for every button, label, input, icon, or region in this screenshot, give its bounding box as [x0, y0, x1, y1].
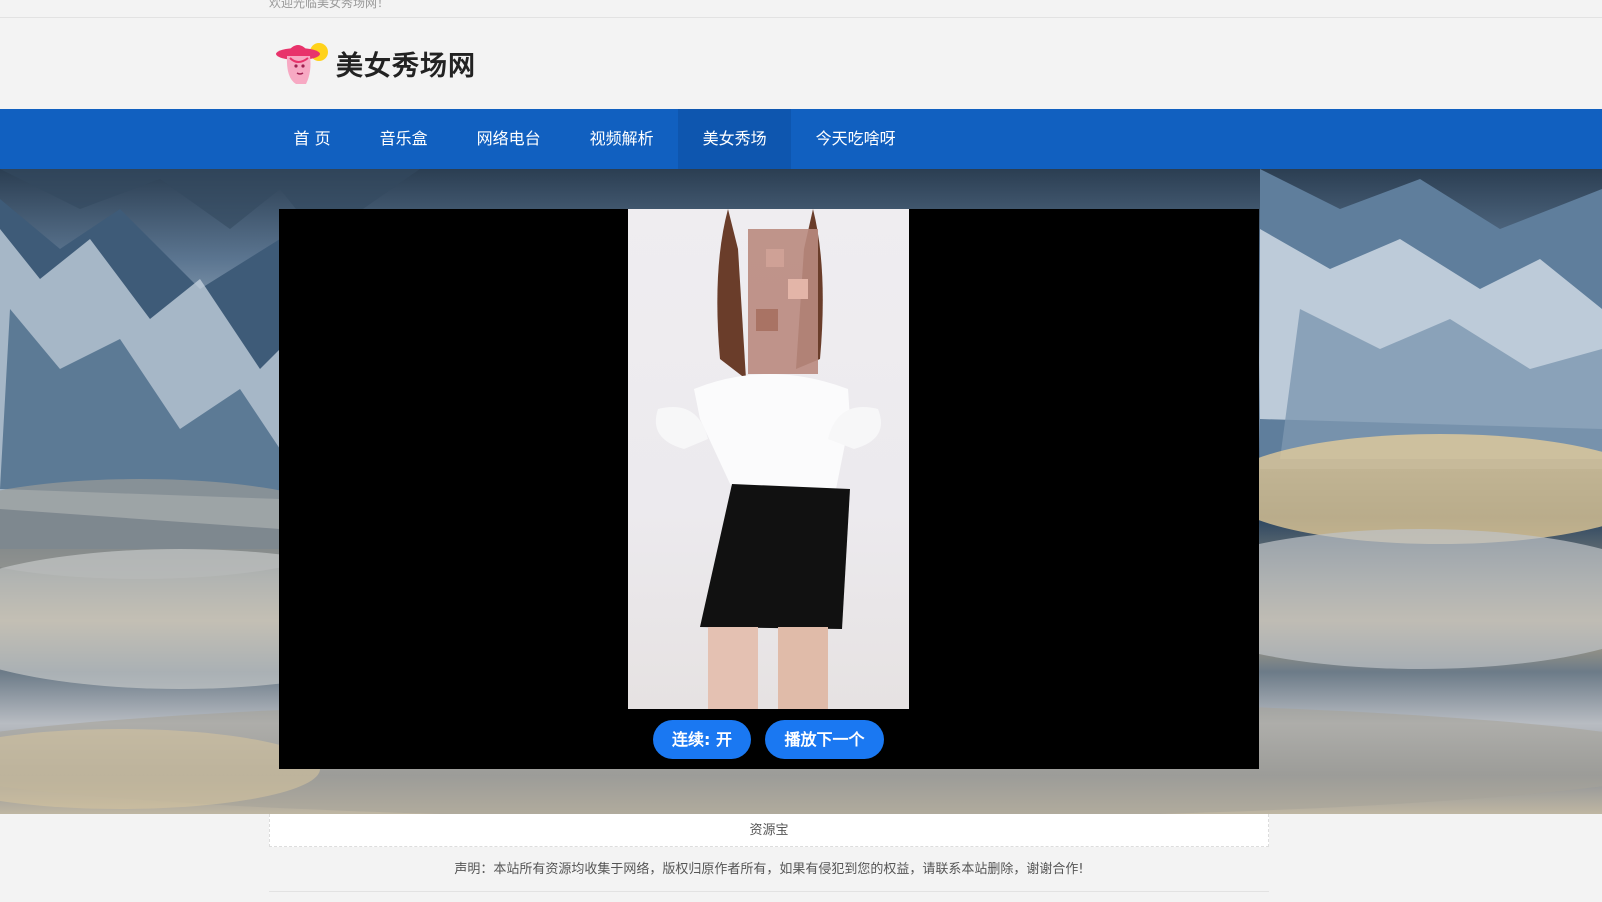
welcome-text: 欢迎光临美女秀场网！ [269, 0, 390, 10]
source-credit: 资源宝 [269, 814, 1269, 847]
site-logo[interactable]: 美女秀场网 [272, 38, 476, 88]
video-content-image [655, 209, 881, 709]
video-frame[interactable] [628, 209, 909, 709]
nav-item-video-parse[interactable]: 视频解析 [565, 109, 678, 169]
video-player[interactable]: 连续: 开 播放下一个 [279, 209, 1259, 769]
play-next-button[interactable]: 播放下一个 [765, 720, 884, 759]
loop-toggle-button[interactable]: 连续: 开 [653, 720, 751, 759]
main-nav: 首 页 音乐盒 网络电台 视频解析 美女秀场 今天吃啥呀 [0, 109, 1602, 169]
site-header: 美女秀场网 [0, 18, 1602, 109]
nav-item-what-to-eat[interactable]: 今天吃啥呀 [791, 109, 920, 169]
top-bar: 欢迎光临美女秀场网！ [0, 0, 1602, 18]
girl-with-hat-logo-icon [276, 43, 328, 84]
copyright-declaration: 声明：本站所有资源均收集于网络，版权归原作者所有，如果有侵犯到您的权益，请联系本… [454, 862, 1084, 877]
nav-item-web-radio[interactable]: 网络电台 [452, 109, 565, 169]
nav-item-beauty-show[interactable]: 美女秀场 [678, 109, 792, 169]
nav-item-music-box[interactable]: 音乐盒 [355, 109, 452, 169]
footer-divider [269, 891, 1269, 892]
logo-text: 美女秀场网 [336, 50, 476, 82]
nav-item-home[interactable]: 首 页 [269, 109, 355, 169]
